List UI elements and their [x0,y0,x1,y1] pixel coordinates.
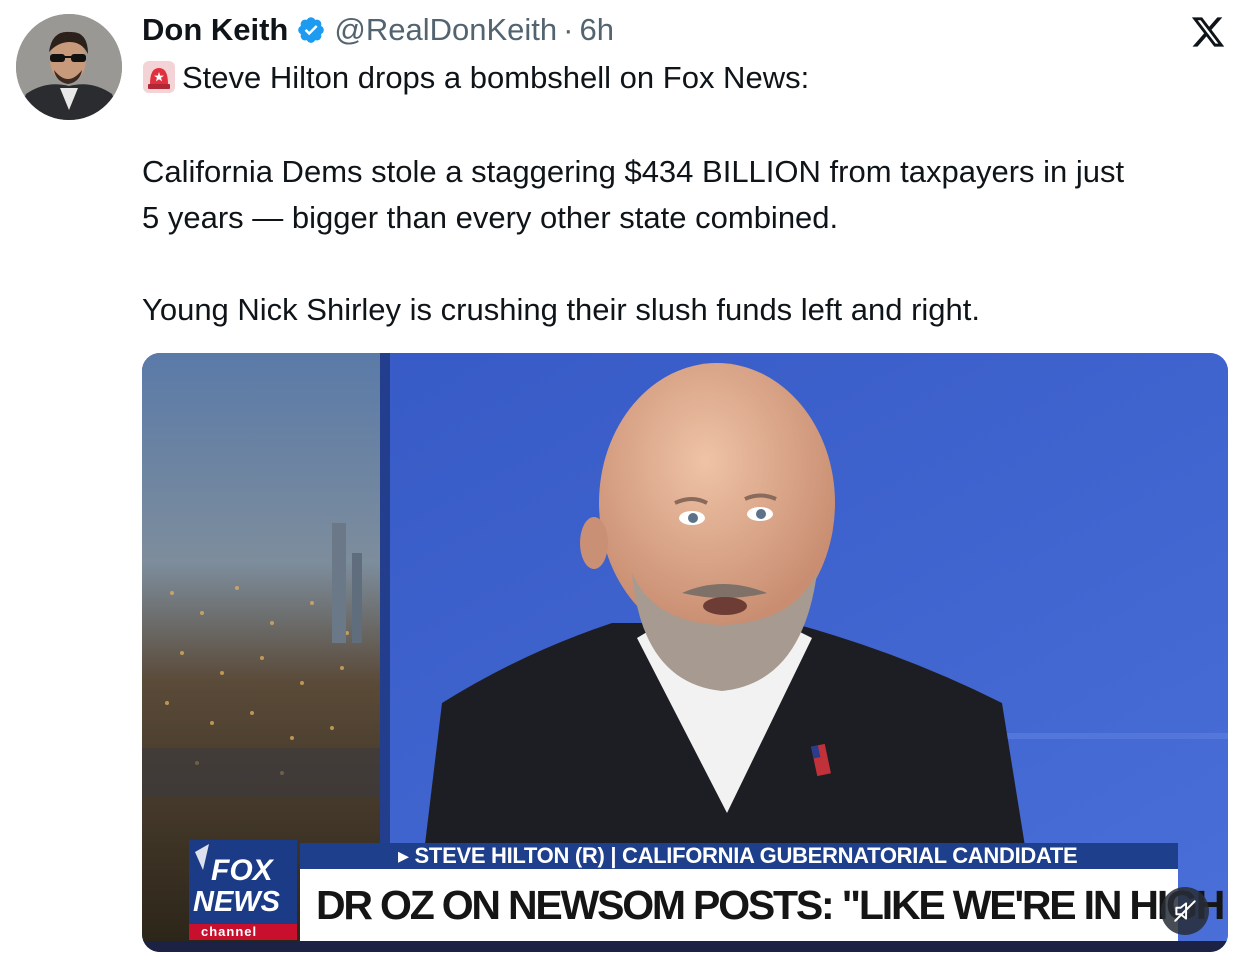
fox-news-logo: FOX NEWS channel [189,840,297,940]
x-logo-icon[interactable] [1190,14,1226,50]
author-name[interactable]: Don Keith [142,12,288,48]
fox-logo-line-1: FOX [211,854,273,887]
mute-button[interactable] [1161,887,1209,935]
separator-dot: · [563,12,574,47]
verified-badge-icon [298,17,325,43]
tweet-text-line-2: California Dems stole a staggering $434 … [142,154,1125,189]
fox-logo-line-3: channel [201,924,258,939]
muted-speaker-icon [1174,900,1196,922]
tweet-text-line-1-text: Steve Hilton drops a bombshell on Fox Ne… [182,60,810,95]
author-handle[interactable]: @RealDonKeith [334,12,557,48]
chyron-name-bar: ▸ STEVE HILTON (R) | CALIFORNIA GUBERNAT… [300,843,1178,869]
video-player[interactable]: FOX NEWS channel ▸ STEVE HILTON (R) | CA… [142,353,1228,952]
tweet-text-line-1: Steve Hilton drops a bombshell on Fox Ne… [142,60,809,96]
fox-logo-line-2: NEWS [193,886,280,918]
tweet-header: Don Keith @RealDonKeith · 6h [142,10,614,50]
avatar-image [16,14,122,120]
author-avatar[interactable] [16,14,122,120]
tweet-text-line-4: Young Nick Shirley is crushing their slu… [142,292,981,327]
post-time[interactable]: 6h [579,12,613,48]
tweet-text-line-3: 5 years — bigger than every other state … [142,200,839,235]
chyron-headline: DR OZ ON NEWSOM POSTS: "LIKE WE'RE IN HI… [300,869,1228,941]
rotating-light-icon [143,61,175,93]
